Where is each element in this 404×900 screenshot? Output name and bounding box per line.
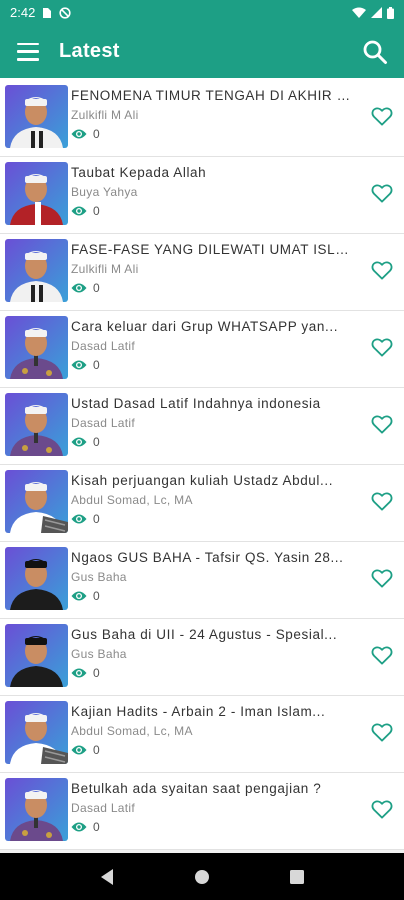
blocked-icon <box>59 6 71 19</box>
video-thumbnail <box>5 470 68 533</box>
view-count: 0 <box>93 281 100 295</box>
favorite-heart-icon[interactable] <box>371 337 393 357</box>
video-thumbnail <box>5 239 68 302</box>
page-title: Latest <box>59 40 120 62</box>
item-author: Dasad Latif <box>71 339 136 353</box>
system-nav-bar <box>0 853 404 900</box>
video-thumbnail <box>5 624 68 687</box>
item-title: Kajian Hadits - Arbain 2 - Iman Islam... <box>71 704 326 719</box>
favorite-heart-icon[interactable] <box>371 722 393 742</box>
list-item[interactable]: Ustad Dasad Latif Indahnya indonesia Dasa… <box>0 388 404 465</box>
status-bar: 2:42 <box>0 0 404 25</box>
view-count: 0 <box>93 435 100 449</box>
view-count: 0 <box>93 204 100 218</box>
eye-icon <box>71 437 87 447</box>
eye-icon <box>71 745 87 755</box>
back-icon[interactable] <box>96 866 118 888</box>
home-icon[interactable] <box>191 866 213 888</box>
video-thumbnail <box>5 778 68 841</box>
list-item[interactable]: Cara keluar dari Grup WHATSAPP yan... Das… <box>0 311 404 388</box>
view-count: 0 <box>93 820 100 834</box>
video-list: FENOMENA TIMUR TENGAH DI AKHIR ZA... Zulk… <box>0 80 404 853</box>
status-time: 2:42 <box>10 5 36 20</box>
signal-icon <box>371 7 382 18</box>
item-author: Abdul Somad, Lc, MA <box>71 493 193 507</box>
item-author: Abdul Somad, Lc, MA <box>71 724 193 738</box>
eye-icon <box>71 360 87 370</box>
item-author: Dasad Latif <box>71 801 136 815</box>
view-count: 0 <box>93 589 100 603</box>
video-thumbnail <box>5 85 68 148</box>
view-count: 0 <box>93 512 100 526</box>
search-icon[interactable] <box>362 39 388 65</box>
eye-icon <box>71 129 87 139</box>
favorite-heart-icon[interactable] <box>371 260 393 280</box>
favorite-heart-icon[interactable] <box>371 183 393 203</box>
view-count: 0 <box>93 743 100 757</box>
item-author: Dasad Latif <box>71 416 136 430</box>
favorite-heart-icon[interactable] <box>371 414 393 434</box>
item-title: FASE-FASE YANG DILEWATI UMAT ISLA... <box>71 242 356 257</box>
list-item[interactable]: Ngaos GUS BAHA - Tafsir QS. Yasin 28... G… <box>0 542 404 619</box>
item-title: Ustad Dasad Latif Indahnya indonesia <box>71 396 321 411</box>
video-thumbnail <box>5 701 68 764</box>
favorite-heart-icon[interactable] <box>371 106 393 126</box>
item-title: Betulkah ada syaitan saat pengajian ? <box>71 781 322 796</box>
item-title: FENOMENA TIMUR TENGAH DI AKHIR ZA... <box>71 88 356 103</box>
view-count: 0 <box>93 358 100 372</box>
eye-icon <box>71 822 87 832</box>
eye-icon <box>71 514 87 524</box>
item-author: Gus Baha <box>71 570 127 584</box>
eye-icon <box>71 283 87 293</box>
list-item[interactable]: Betulkah ada syaitan saat pengajian ? Das… <box>0 773 404 850</box>
favorite-heart-icon[interactable] <box>371 645 393 665</box>
video-thumbnail <box>5 547 68 610</box>
view-count: 0 <box>93 666 100 680</box>
battery-icon <box>387 6 394 19</box>
item-author: Gus Baha <box>71 647 127 661</box>
item-author: Buya Yahya <box>71 185 138 199</box>
item-title: Gus Baha di UII - 24 Agustus - Spesial..… <box>71 627 338 642</box>
eye-icon <box>71 206 87 216</box>
favorite-heart-icon[interactable] <box>371 568 393 588</box>
list-item[interactable]: FASE-FASE YANG DILEWATI UMAT ISLA... Zulk… <box>0 234 404 311</box>
item-title: Ngaos GUS BAHA - Tafsir QS. Yasin 28... <box>71 550 344 565</box>
video-thumbnail <box>5 162 68 225</box>
eye-icon <box>71 668 87 678</box>
recents-icon[interactable] <box>286 866 308 888</box>
item-author: Zulkifli M Ali <box>71 108 139 122</box>
list-item[interactable]: Taubat Kepada Allah Buya Yahya 0 <box>0 157 404 234</box>
list-item[interactable]: Kajian Hadits - Arbain 2 - Iman Islam...… <box>0 696 404 773</box>
item-title: Cara keluar dari Grup WHATSAPP yan... <box>71 319 339 334</box>
list-item[interactable]: Kisah perjuangan kuliah Ustadz Abdul... A… <box>0 465 404 542</box>
list-item[interactable]: FENOMENA TIMUR TENGAH DI AKHIR ZA... Zulk… <box>0 80 404 157</box>
menu-icon[interactable] <box>17 42 39 61</box>
item-title: Taubat Kepada Allah <box>71 165 207 180</box>
app-bar: Latest <box>0 25 404 78</box>
favorite-heart-icon[interactable] <box>371 491 393 511</box>
favorite-heart-icon[interactable] <box>371 799 393 819</box>
view-count: 0 <box>93 127 100 141</box>
item-title: Kisah perjuangan kuliah Ustadz Abdul... <box>71 473 334 488</box>
wifi-icon <box>352 7 366 18</box>
sim-icon <box>42 7 52 19</box>
video-thumbnail <box>5 393 68 456</box>
eye-icon <box>71 591 87 601</box>
item-author: Zulkifli M Ali <box>71 262 139 276</box>
video-thumbnail <box>5 316 68 379</box>
list-item[interactable]: Gus Baha di UII - 24 Agustus - Spesial..… <box>0 619 404 696</box>
